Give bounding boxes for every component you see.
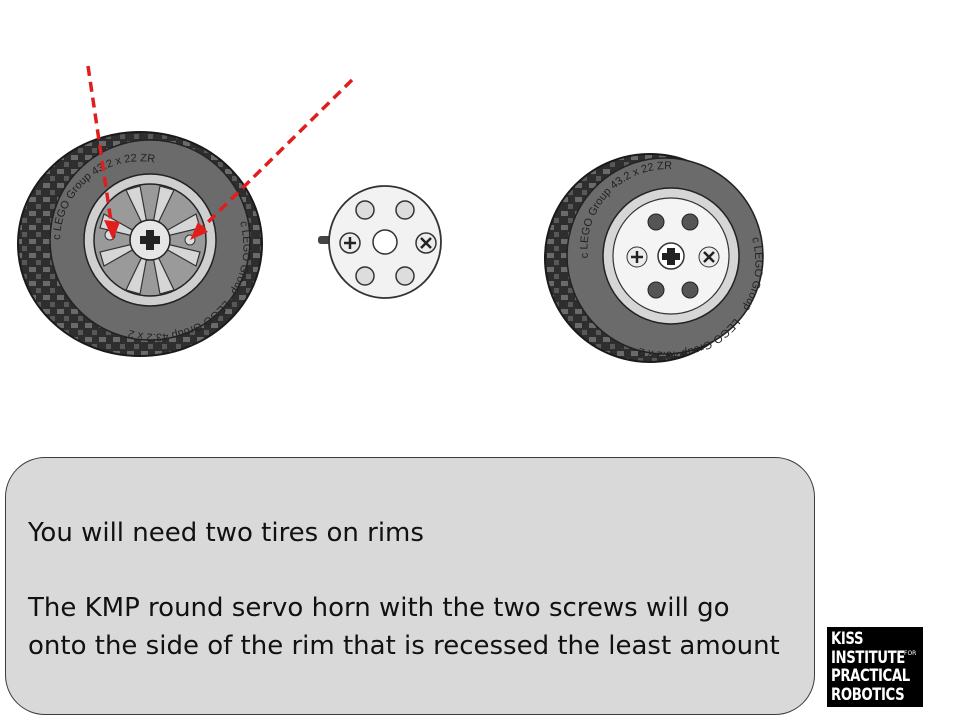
logo-line-2: INSTITUTE <box>831 647 905 668</box>
assembly-illustration: c LEGO Group 43.2 x 22 ZR c LEGO Group L… <box>0 0 764 363</box>
instruction-line-2a: The KMP round servo horn with the two sc… <box>28 593 730 623</box>
arrow-right <box>196 78 354 234</box>
instruction-callout: You will need two tires on rims The KMP … <box>5 457 815 715</box>
servo-horn <box>318 185 442 299</box>
logo-line-1: KISS <box>831 629 864 649</box>
logo-for: FOR <box>904 650 917 657</box>
instruction-line-2: The KMP round servo horn with the two sc… <box>28 589 780 665</box>
left-wheel: c LEGO Group 43.2 x 22 ZR c LEGO Group L… <box>0 0 263 357</box>
logo-line-4: ROBOTICS <box>831 684 905 705</box>
logo-line-3: PRACTICAL <box>831 666 910 686</box>
instruction-line-1: You will need two tires on rims <box>28 518 424 548</box>
instruction-line-2b: onto the side of the rim that is recesse… <box>28 631 780 661</box>
kipr-logo: KISS INSTITUTE FOR PRACTICAL ROBOTICS <box>827 627 923 707</box>
